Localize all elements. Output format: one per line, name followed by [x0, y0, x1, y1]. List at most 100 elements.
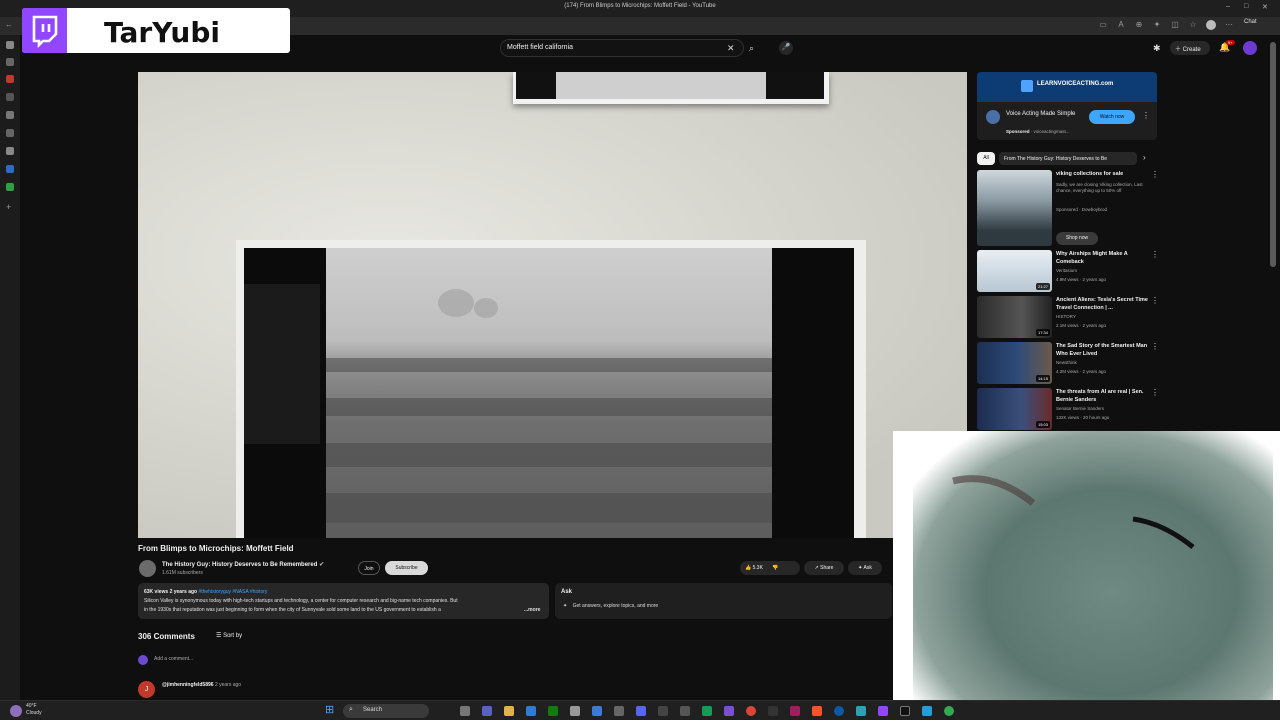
collections-icon[interactable]	[6, 58, 14, 66]
page-scrollbar[interactable]	[1270, 42, 1276, 267]
store-icon[interactable]	[526, 706, 536, 716]
create-label: Create	[1182, 47, 1201, 53]
app-icon[interactable]	[724, 706, 734, 716]
tabs-icon[interactable]	[6, 41, 14, 49]
rec-meta: 4.9M views · 2 years ago	[1056, 277, 1107, 282]
join-button[interactable]: Join	[358, 561, 380, 575]
recommendation-sponsored[interactable]: viking collections for sale Sadly, we ar…	[977, 170, 1159, 246]
ad-watch-button[interactable]: Watch now	[1089, 110, 1135, 124]
recommendation-item[interactable]: 15:03 The threats from AI are real | Sen…	[977, 388, 1159, 430]
search-query: Moffett field california	[507, 44, 574, 51]
x-icon[interactable]	[900, 706, 910, 716]
app-icon-blue[interactable]	[6, 165, 14, 173]
zoom-icon[interactable]: ⊕	[1134, 20, 1144, 30]
chat-button[interactable]: Chat	[1244, 19, 1257, 25]
rec-title: Why Airships Might Make A Comeback	[1056, 251, 1128, 265]
ask-panel-prompt-text: Get answers, explore topics, and more	[572, 603, 659, 609]
app-icon[interactable]	[680, 706, 690, 716]
app-icon[interactable]	[790, 706, 800, 716]
app-icon[interactable]	[570, 706, 580, 716]
app-icon[interactable]	[702, 706, 712, 716]
ad-banner[interactable]: LEARNVOICEACTING.com	[977, 72, 1157, 102]
hashtags[interactable]: #thehistoryguy #NASA #history	[198, 589, 267, 595]
menu-icon[interactable]: ⋯	[1224, 20, 1234, 30]
xbox-icon[interactable]	[548, 706, 558, 716]
app-icon-green[interactable]	[6, 183, 14, 191]
add-app-icon[interactable]: +	[6, 203, 14, 212]
channel-avatar[interactable]	[139, 560, 156, 577]
translate-icon[interactable]: A	[1116, 20, 1126, 30]
taskbar-search[interactable]: ⌕ Search	[343, 704, 429, 718]
app-icon-office[interactable]	[6, 129, 14, 137]
more-link[interactable]: ...more	[522, 607, 541, 613]
account-avatar[interactable]	[1243, 41, 1257, 55]
app-icon-red[interactable]	[6, 75, 14, 83]
close-window-button[interactable]: ✕	[1262, 3, 1268, 11]
favorites-icon[interactable]: ☆	[1188, 20, 1198, 30]
comment-author[interactable]: @jimhenningfeld5896 2 years ago	[162, 682, 241, 688]
rec-duration: 14:15	[1035, 375, 1050, 382]
app-icon[interactable]	[658, 706, 668, 716]
share-button[interactable]: ↗ Share	[804, 561, 844, 575]
app-icon[interactable]	[856, 706, 866, 716]
task-view-icon[interactable]	[460, 706, 470, 716]
voice-search-icon[interactable]: 🎤	[779, 41, 793, 55]
file-explorer-icon[interactable]	[504, 706, 514, 716]
rec-channel: Senator Bernie Sanders	[1056, 406, 1105, 411]
recommendation-item[interactable]: 14:15 The Sad Story of the Smartest Man …	[977, 342, 1159, 384]
twitch-icon[interactable]	[878, 706, 888, 716]
rec-kebab-icon[interactable]: ⋮	[1151, 296, 1159, 305]
chip-channel[interactable]: From The History Guy: History Deserves t…	[999, 152, 1137, 165]
reader-icon[interactable]: ▭	[1098, 20, 1108, 30]
app-icon[interactable]	[768, 706, 778, 716]
back-icon[interactable]: ←	[4, 20, 14, 30]
shop-now-button[interactable]: Shop now	[1056, 232, 1098, 245]
description-box[interactable]: 63K views 2 years ago #thehistoryguy #NA…	[138, 583, 549, 619]
minimize-button[interactable]: –	[1226, 3, 1230, 10]
teams-icon[interactable]	[482, 706, 492, 716]
comment-avatar[interactable]: J	[138, 681, 155, 698]
add-comment-input[interactable]: Add a comment...	[154, 656, 193, 662]
profile-avatar[interactable]	[1206, 20, 1216, 30]
gear-icon[interactable]: ✱	[1153, 43, 1161, 54]
chevron-right-icon[interactable]: ›	[1143, 153, 1146, 162]
ad-kebab-icon[interactable]: ⋮	[1142, 111, 1150, 120]
app-icon[interactable]	[592, 706, 602, 716]
subscribe-button[interactable]: Subscribe	[385, 561, 428, 575]
search-icon[interactable]: ⌕	[749, 43, 754, 54]
rec-duration: 17:34	[1035, 329, 1050, 336]
discord-icon[interactable]	[636, 706, 646, 716]
brave-icon[interactable]	[812, 706, 822, 716]
sort-by-button[interactable]: ☰ Sort by	[216, 632, 242, 639]
app-icon-grey[interactable]	[6, 93, 14, 101]
edge-icon[interactable]	[834, 706, 844, 716]
extensions-icon[interactable]: ✦	[1152, 20, 1162, 30]
app-icon[interactable]	[614, 706, 624, 716]
app-icon[interactable]	[944, 706, 954, 716]
clear-search-icon[interactable]: ✕	[727, 43, 735, 54]
split-icon[interactable]: ◫	[1170, 20, 1180, 30]
ask-panel[interactable]: Ask ✦ Get answers, explore topics, and m…	[555, 583, 892, 619]
ad-card[interactable]: Voice Acting Made Simple Sponsored · voi…	[977, 102, 1157, 140]
create-button[interactable]: ＋ Create	[1170, 41, 1210, 55]
rec-kebab-icon[interactable]: ⋮	[1151, 250, 1159, 259]
like-button[interactable]: 👍 5.3K 👎	[740, 561, 800, 575]
video-player[interactable]	[138, 72, 967, 538]
maximize-button[interactable]: □	[1244, 3, 1248, 10]
channel-name[interactable]: The History Guy: History Deserves to Be …	[162, 561, 324, 568]
app-icon-settings[interactable]	[6, 147, 14, 155]
recommendation-item[interactable]: 17:34 Ancient Aliens: Tesla's Secret Tim…	[977, 296, 1159, 338]
search-input[interactable]: Moffett field california ✕	[500, 39, 744, 57]
weather-widget[interactable]: 40°F Cloudy	[26, 703, 42, 717]
rec-kebab-icon[interactable]: ⋮	[1151, 342, 1159, 351]
app-icon-search[interactable]	[6, 111, 14, 119]
rec-kebab-icon[interactable]: ⋮	[1151, 170, 1159, 179]
rec-kebab-icon[interactable]: ⋮	[1151, 388, 1159, 397]
chrome-icon[interactable]	[746, 706, 756, 716]
ask-button[interactable]: ✦ Ask	[848, 561, 882, 575]
chip-all[interactable]: All	[977, 152, 995, 165]
recommendation-item[interactable]: 21:27 Why Airships Might Make A Comeback…	[977, 250, 1159, 292]
telegram-icon[interactable]	[922, 706, 932, 716]
windows-start-icon[interactable]: ⊞	[325, 704, 334, 717]
taskbar-search-label: Search	[363, 707, 383, 713]
